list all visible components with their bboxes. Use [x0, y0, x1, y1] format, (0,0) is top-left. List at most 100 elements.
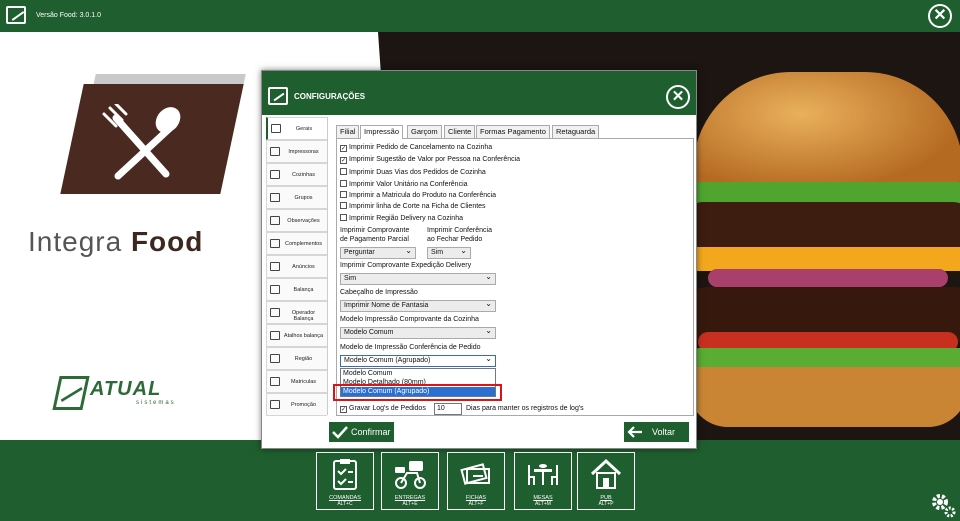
atual-mark-icon: [52, 376, 90, 410]
chk-sugestao-valor[interactable]: ✓ Imprimir Sugestão de Valor por Pessoa n…: [340, 156, 520, 164]
scale-icon: [270, 285, 280, 294]
label-conferencia-fechar-1: Imprimir Conferência: [427, 227, 492, 234]
checkbox-unchecked[interactable]: [340, 180, 347, 187]
sidebar-item-gerais[interactable]: Gerais: [266, 117, 327, 140]
chk-valor-unitario[interactable]: Imprimir Valor Unitário na Conferência: [340, 180, 468, 188]
checkbox-unchecked[interactable]: [340, 191, 347, 198]
ads-icon: [270, 262, 280, 271]
nav-pub-button[interactable]: PUB ALT+P: [577, 452, 635, 510]
checkbox-unchecked[interactable]: [340, 214, 347, 221]
annotation-highlight-box: [333, 384, 502, 401]
nav-comandas-button[interactable]: COMANDAS ALT+C: [316, 452, 374, 510]
nav-shortcut: ALT+C: [337, 501, 353, 507]
sidebar-item-matriculas[interactable]: Matriculas: [266, 370, 327, 393]
label-modelo-conferencia: Modelo de Impressão Conferência de Pedid…: [340, 344, 481, 351]
back-button[interactable]: Voltar: [624, 422, 689, 442]
clipboard-icon: [333, 459, 357, 490]
fork-knife-icon: [102, 104, 181, 180]
version-label: Versão Food: 3.0.1.0: [36, 12, 101, 19]
chk-regiao-delivery[interactable]: Imprimir Região Delivery na Cozinha: [340, 214, 463, 222]
atual-sub: sistemas: [136, 400, 176, 406]
checkbox-unchecked[interactable]: [340, 168, 347, 175]
tab-impressao[interactable]: Impressão: [360, 125, 404, 139]
sidebar-item-balanca[interactable]: Balança: [266, 278, 327, 301]
arrow-left-icon: [627, 426, 642, 438]
select-expedicao[interactable]: Sim: [340, 272, 496, 285]
sidebar-item-atalhos-balanca[interactable]: Atalhos balança: [266, 324, 327, 347]
badge-icon: [270, 377, 280, 386]
shortcut-icon: [270, 331, 280, 340]
scooter-icon: [395, 461, 426, 489]
dias-log-input[interactable]: 10: [434, 403, 462, 415]
chk-cancelamento-cozinha[interactable]: ✓ Imprimir Pedido de Cancelamento na Cozi…: [340, 144, 492, 152]
tab-retaguarda[interactable]: Retaguarda: [552, 125, 600, 138]
select-modelo-cozinha[interactable]: Modelo Comum: [340, 326, 496, 339]
checkbox-unchecked[interactable]: [340, 202, 347, 209]
brand-name: Integra Food: [28, 226, 204, 257]
nav-shortcut: ALT+E: [402, 501, 418, 507]
chk-duas-vias[interactable]: Imprimir Duas Vias dos Pedidos de Cozinh…: [340, 168, 486, 176]
label-comprovante-parcial-1: Imprimir Comprovante: [340, 227, 410, 234]
table-icon: [528, 464, 558, 485]
dialog-close-button[interactable]: ✕: [666, 85, 690, 109]
confirm-button[interactable]: Confirmar: [329, 422, 394, 442]
label-comprovante-parcial-2: de Pagamento Parcial: [340, 236, 409, 243]
select-modelo-conferencia[interactable]: Modelo Comum (Agrupado): [340, 354, 496, 367]
chk-linha-corte[interactable]: Imprimir linha de Corte na Ficha de Clie…: [340, 202, 486, 210]
tab-filial[interactable]: Filial: [336, 125, 360, 138]
select-cabecalho[interactable]: Imprimir Nome de Fantasia: [340, 299, 496, 312]
title-bar: Versão Food: 3.0.1.0 ✕: [0, 0, 960, 32]
app-logo-icon: [6, 6, 26, 24]
dialog-logo-icon: [268, 87, 288, 105]
sidebar-item-impressoras[interactable]: Impressoras: [266, 140, 327, 163]
sidebar-item-complementos[interactable]: Complementos: [266, 232, 327, 255]
sidebar-item-promocao[interactable]: Promoção: [266, 393, 327, 416]
complements-icon: [270, 239, 280, 248]
settings-sidebar: Gerais Impressoras Cozinhas Grupos Obser…: [266, 117, 328, 416]
tab-garcom[interactable]: Garçom: [407, 125, 442, 138]
sidebar-item-regiao[interactable]: Região: [266, 347, 327, 370]
flag-icon: [270, 354, 280, 363]
select-comprovante-parcial[interactable]: Perguntar: [340, 246, 416, 259]
settings-gear-icon[interactable]: [930, 492, 956, 518]
groups-icon: [270, 193, 280, 202]
select-conferencia-fechar[interactable]: Sim: [427, 246, 471, 259]
close-app-button[interactable]: ✕: [928, 4, 952, 28]
sidebar-item-operador-balanca[interactable]: Operador Balança: [266, 301, 327, 324]
label-conferencia-fechar-2: ao Fechar Pedido: [427, 236, 483, 243]
sidebar-item-grupos[interactable]: Grupos: [266, 186, 327, 209]
dialog-header: CONFIGURAÇÕES ✕: [262, 71, 696, 115]
chk-gravar-logs[interactable]: ✓ Gravar Log's de Pedidos: [340, 405, 426, 413]
nav-mesas-button[interactable]: MESAS ALT+M: [514, 452, 572, 510]
promo-icon: [270, 400, 280, 409]
sidebar-item-anuncios[interactable]: Anúncios: [266, 255, 327, 278]
tab-cliente[interactable]: Cliente: [444, 125, 476, 138]
atual-word: ATUAL: [90, 378, 162, 400]
scale-operator-icon: [270, 308, 280, 317]
checkbox-checked[interactable]: ✓: [340, 145, 347, 152]
dialog-title: CONFIGURAÇÕES: [294, 92, 366, 101]
notes-icon: [270, 216, 280, 225]
printer-icon: [270, 147, 280, 156]
dropdown-option[interactable]: Modelo Comum: [341, 369, 495, 378]
nav-shortcut: ALT+M: [535, 501, 551, 507]
checkmark-icon: [332, 426, 348, 439]
label-cabecalho: Cabeçalho de Impressão: [340, 289, 418, 296]
nav-entregas-button[interactable]: ENTREGAS ALT+E: [381, 452, 439, 510]
nav-shortcut: ALT+P: [598, 501, 614, 507]
sidebar-item-observacoes[interactable]: Observações: [266, 209, 327, 232]
impressao-pane: ✓ Imprimir Pedido de Cancelamento na Cozi…: [336, 138, 694, 416]
label-modelo-cozinha: Modelo Impressão Comprovante da Cozinha: [340, 316, 479, 323]
checkbox-checked[interactable]: ✓: [340, 406, 347, 413]
chk-matricula-produto[interactable]: Imprimir a Matricula do Produto na Confe…: [340, 191, 496, 199]
label-dias-log: Dias para manter os registros de log's: [466, 405, 584, 412]
gears-icon: [271, 124, 281, 133]
label-expedicao: Imprimir Comprovante Expedição Delivery: [340, 262, 472, 269]
tickets-icon: [460, 463, 490, 485]
sidebar-item-cozinhas[interactable]: Cozinhas: [266, 163, 327, 186]
checkbox-checked[interactable]: ✓: [340, 157, 347, 164]
nav-fichas-button[interactable]: FICHAS ALT+F: [447, 452, 505, 510]
nav-shortcut: ALT+F: [468, 501, 484, 507]
tab-formas-pagamento[interactable]: Formas Pagamento: [476, 125, 550, 138]
atual-logo: ATUAL sistemas: [52, 376, 206, 412]
